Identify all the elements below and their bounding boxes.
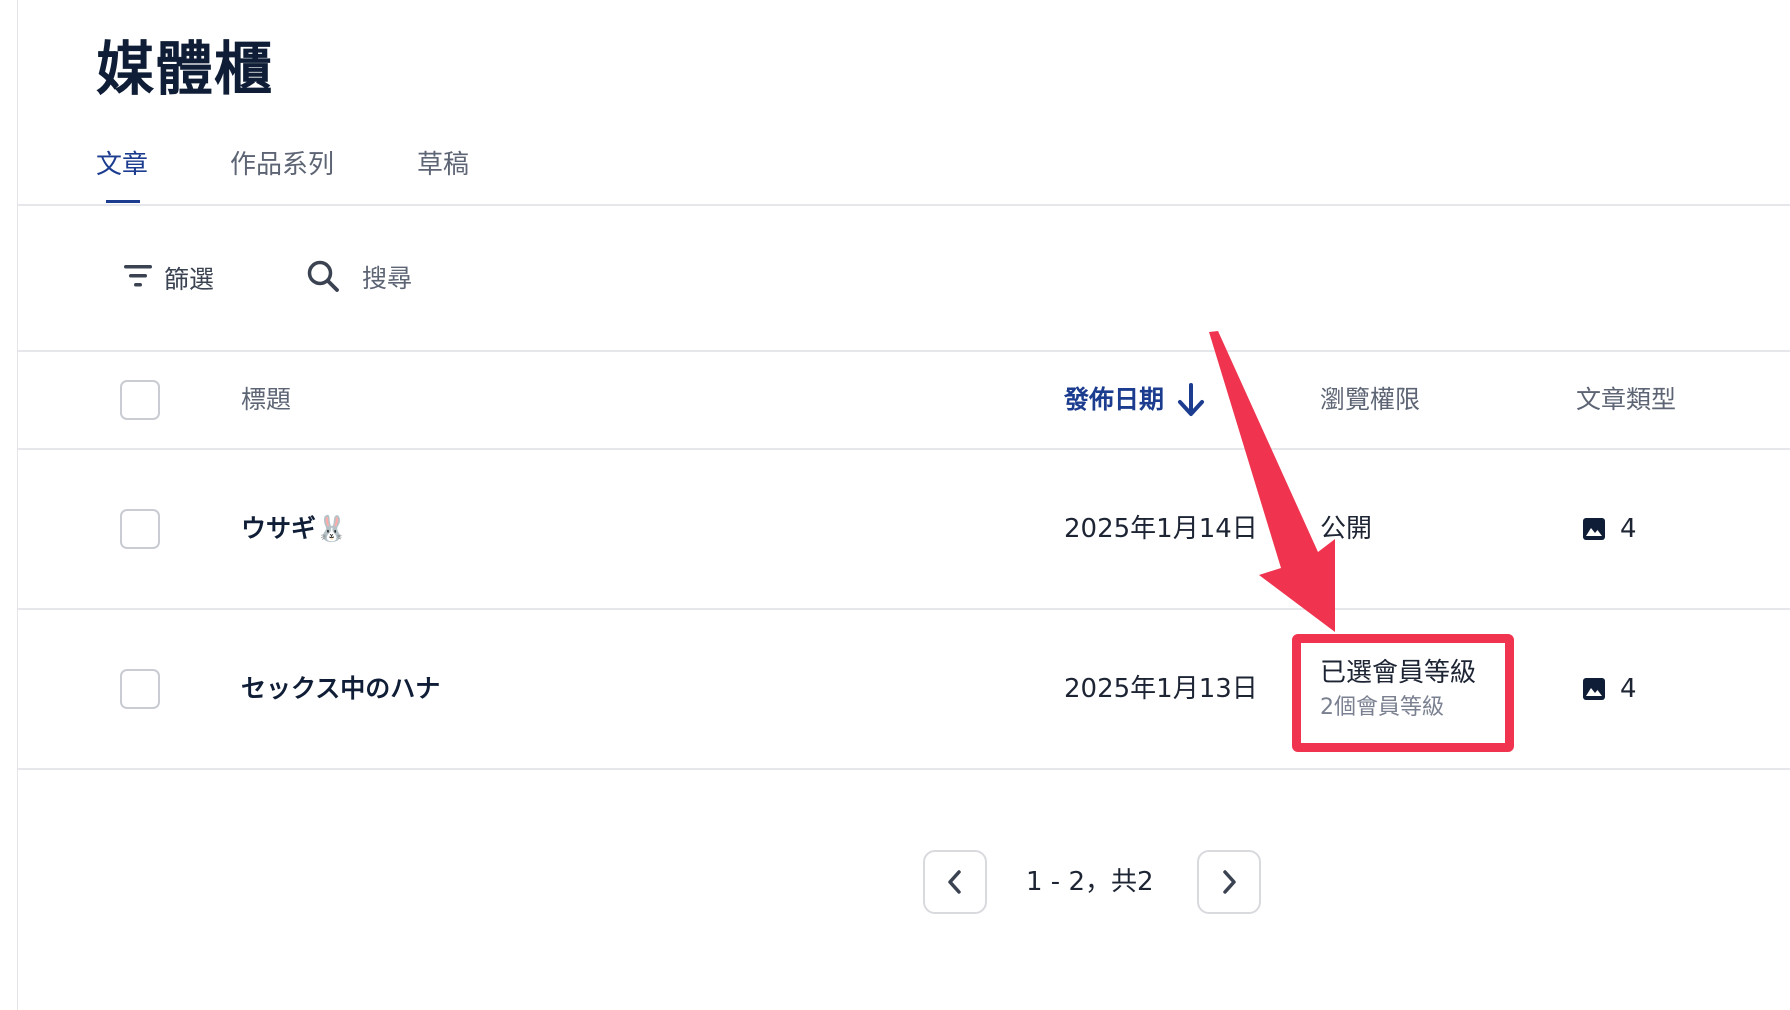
- previous-page-button[interactable]: [923, 850, 987, 914]
- chevron-left-icon: [948, 870, 961, 894]
- next-page-button[interactable]: [1197, 850, 1261, 914]
- annotation-arrow: [1209, 331, 1335, 632]
- chevron-right-icon: [1223, 870, 1236, 894]
- pagination-range: 1 - 2，共2: [1026, 867, 1154, 897]
